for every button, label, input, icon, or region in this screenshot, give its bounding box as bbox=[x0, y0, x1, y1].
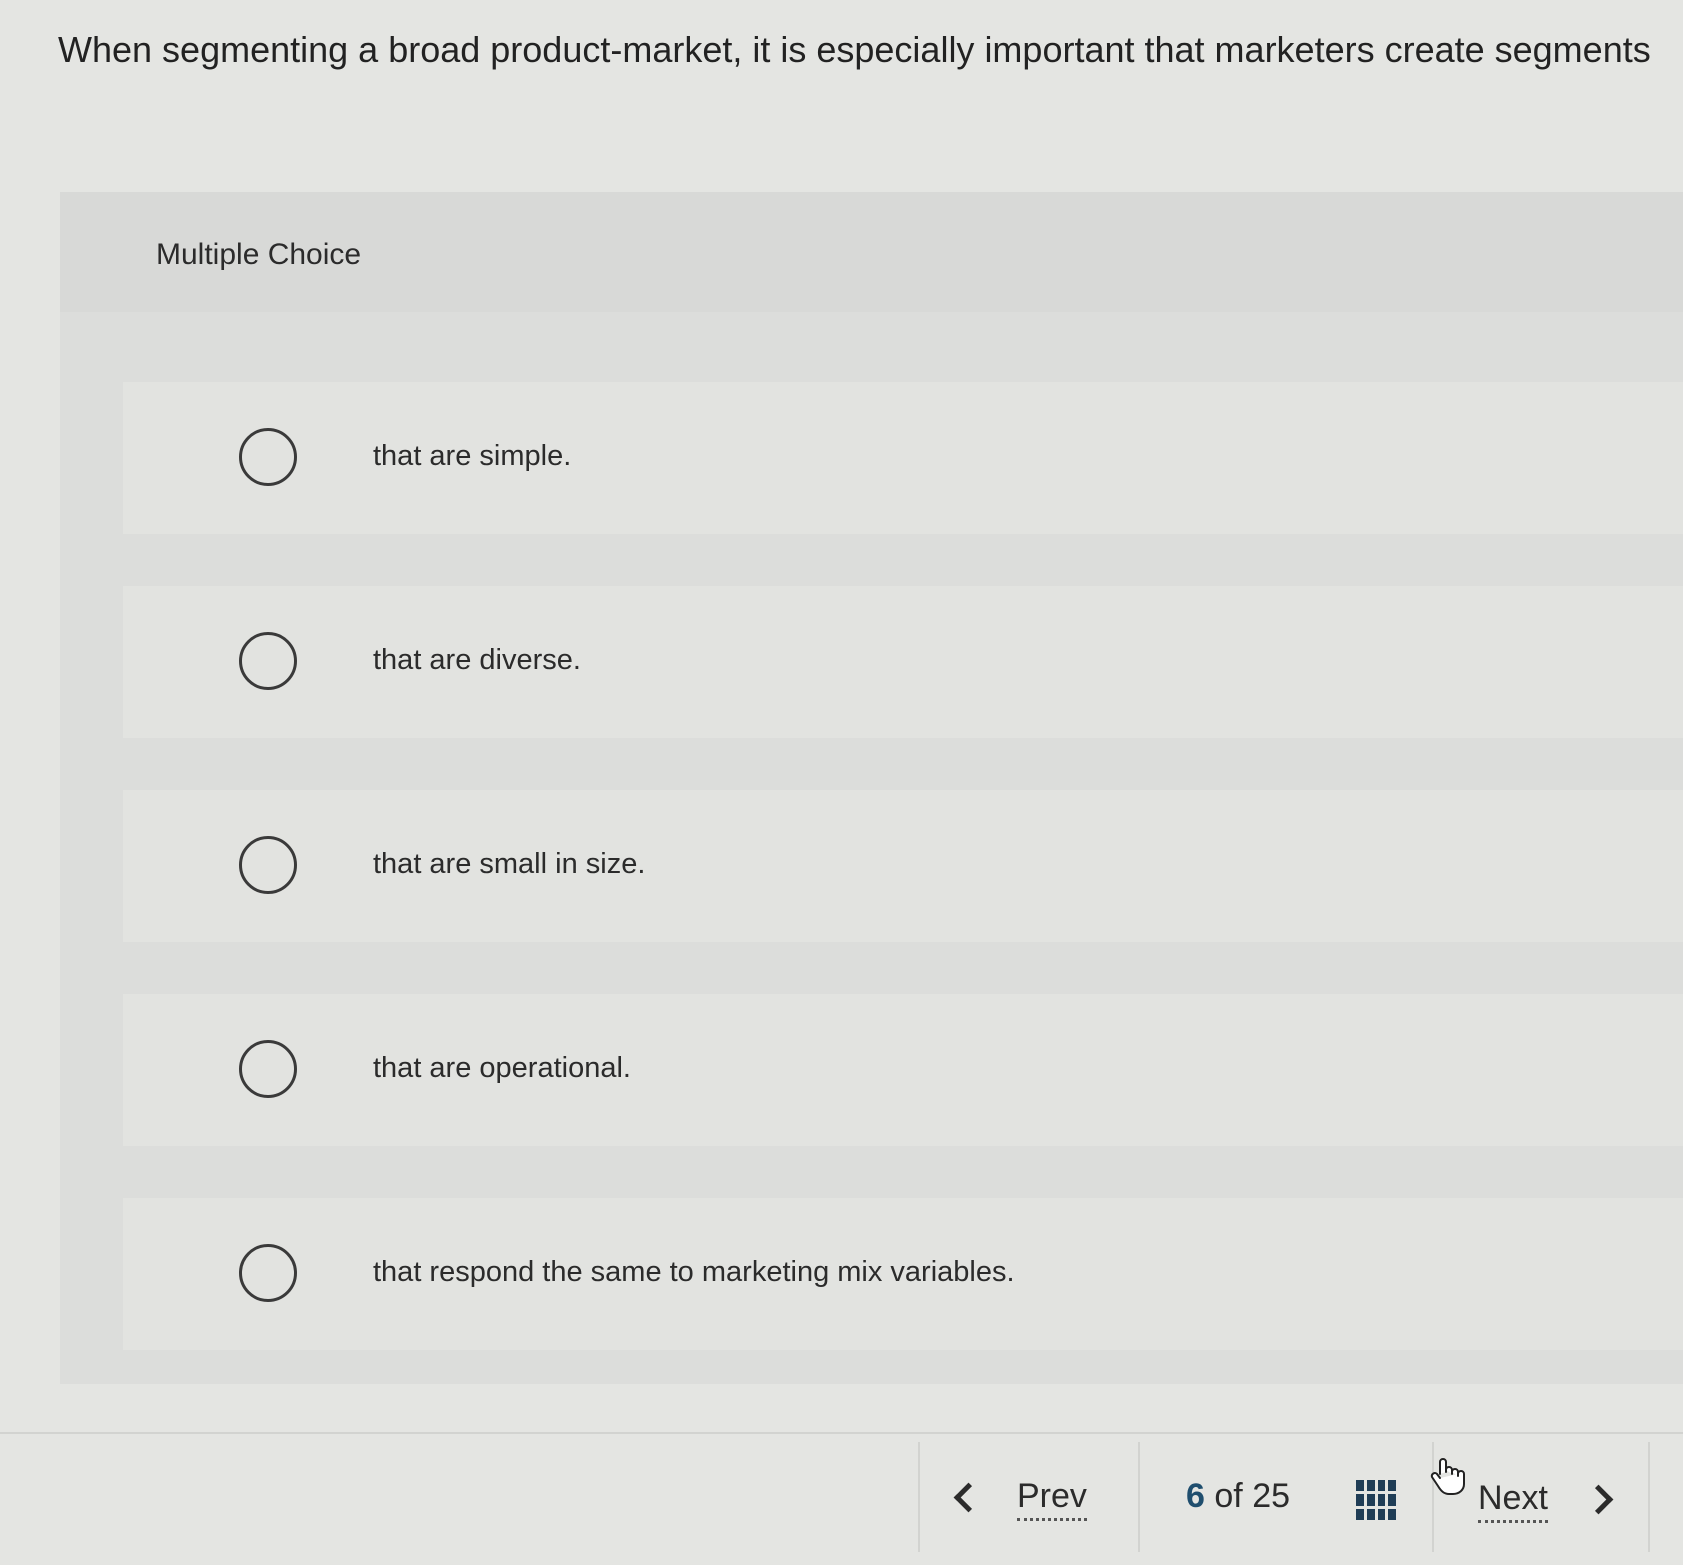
total-pages: 25 bbox=[1252, 1477, 1291, 1515]
choice-option-1[interactable]: that are simple. bbox=[123, 382, 1683, 534]
page-indicator: 6 of 25 bbox=[1186, 1474, 1290, 1518]
next-button[interactable]: Next bbox=[1478, 1474, 1614, 1524]
choice-label: that respond the same to marketing mix v… bbox=[373, 1256, 1015, 1288]
chevron-left-icon bbox=[953, 1482, 984, 1512]
radio-button[interactable] bbox=[239, 632, 297, 690]
footer-divider bbox=[0, 1432, 1683, 1434]
prev-button[interactable]: Prev bbox=[953, 1472, 1087, 1522]
current-page-number: 6 bbox=[1186, 1477, 1205, 1515]
question-text: When segmenting a broad product-market, … bbox=[58, 29, 1651, 70]
question-grid-icon[interactable] bbox=[1356, 1480, 1396, 1520]
question-type-header: Multiple Choice bbox=[60, 192, 1683, 312]
chevron-right-icon bbox=[1583, 1484, 1614, 1514]
question-navigation: Prev 6 of 25 Next bbox=[918, 1442, 1658, 1552]
choice-label: that are diverse. bbox=[373, 644, 581, 676]
choice-option-4[interactable]: that are operational. bbox=[123, 994, 1683, 1146]
choice-label: that are small in size. bbox=[373, 848, 646, 880]
hand-pointer-icon bbox=[1430, 1458, 1465, 1495]
next-label: Next bbox=[1478, 1476, 1548, 1523]
radio-button[interactable] bbox=[239, 1244, 297, 1302]
choice-label: that are operational. bbox=[373, 1052, 631, 1084]
radio-button[interactable] bbox=[239, 428, 297, 486]
choice-option-3[interactable]: that are small in size. bbox=[123, 790, 1683, 942]
of-label: of bbox=[1214, 1477, 1243, 1515]
choice-label: that are simple. bbox=[373, 440, 572, 472]
nav-divider bbox=[1138, 1442, 1140, 1552]
choice-option-5[interactable]: that respond the same to marketing mix v… bbox=[123, 1198, 1683, 1350]
question-type-label: Multiple Choice bbox=[156, 238, 362, 271]
radio-button[interactable] bbox=[239, 1040, 297, 1098]
nav-divider bbox=[1648, 1442, 1650, 1552]
radio-button[interactable] bbox=[239, 836, 297, 894]
choice-option-2[interactable]: that are diverse. bbox=[123, 586, 1683, 738]
prev-label: Prev bbox=[1017, 1474, 1087, 1521]
nav-divider bbox=[918, 1442, 920, 1552]
multiple-choice-panel: Multiple Choice that are simple. that ar… bbox=[60, 192, 1683, 1384]
